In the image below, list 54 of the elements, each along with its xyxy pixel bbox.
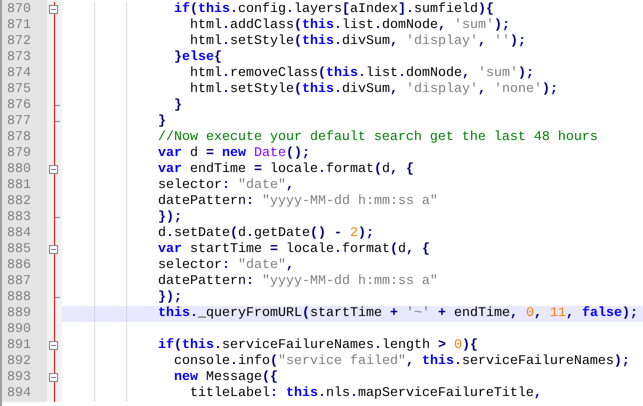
line-number: 870	[7, 2, 31, 18]
code-line: });	[156, 290, 182, 306]
code-line: }	[172, 98, 182, 114]
fold-toggle-icon[interactable]	[49, 341, 58, 350]
code-line: new Message({	[172, 370, 278, 386]
line-number: 892	[7, 354, 31, 370]
line-number: 890	[7, 322, 31, 338]
code-line: html.removeClass(this.list.domNode, 'sum');	[188, 66, 534, 82]
line-number: 881	[7, 178, 31, 194]
line-number: 873	[7, 50, 31, 66]
code-line: });	[156, 210, 182, 226]
line-number: 891	[7, 338, 31, 354]
line-number: 893	[7, 370, 31, 386]
code-line: html.addClass(this.list.domNode, 'sum');	[188, 18, 510, 34]
code-line: html.setStyle(this.divSum, 'display', '');	[188, 34, 526, 50]
code-line: selector: "date",	[156, 258, 294, 274]
code-line: }	[156, 114, 166, 130]
code-line: var d = new Date();	[156, 146, 310, 162]
fold-toggle-icon[interactable]	[49, 5, 58, 14]
code-line: datePattern: "yyyy-MM-dd h:mm:ss a"	[156, 194, 438, 210]
line-number: 886	[7, 258, 31, 274]
code-line: }else{	[172, 50, 222, 66]
line-number: 872	[7, 34, 31, 50]
line-number: 880	[7, 162, 31, 178]
line-number: 874	[7, 66, 31, 82]
line-number: 889	[7, 306, 31, 322]
line-number: 894	[7, 386, 31, 402]
line-number: 884	[7, 226, 31, 242]
code-line: console.info("service failed", this.serviceFailureNames);	[172, 354, 630, 370]
code-line: selector: "date",	[156, 178, 294, 194]
fold-toggle-icon[interactable]	[49, 165, 58, 174]
code-line: datePattern: "yyyy-MM-dd h:mm:ss a"	[156, 274, 438, 290]
line-number: 885	[7, 242, 31, 258]
code-line: var endTime = locale.format(d, {	[156, 162, 414, 178]
line-number: 878	[7, 130, 31, 146]
code-line: titleLabel: this.nls.mapServiceFailureTitle,	[188, 386, 542, 402]
line-number: 883	[7, 210, 31, 226]
line-number: 877	[7, 114, 31, 130]
line-number: 887	[7, 274, 31, 290]
fold-toggle-icon[interactable]	[49, 373, 58, 382]
code-line: var startTime = locale.format(d, {	[156, 242, 430, 258]
line-number: 876	[7, 98, 31, 114]
code-line: if(this.serviceFailureNames.length > 0){	[156, 338, 478, 354]
line-number: 879	[7, 146, 31, 162]
line-number: 871	[7, 18, 31, 34]
line-number: 882	[7, 194, 31, 210]
code-line: if(this.config.layers[aIndex].sumfield){	[172, 2, 494, 18]
code-line: //Now execute your default search get the last 48 hours	[156, 130, 598, 146]
fold-toggle-icon[interactable]	[49, 245, 58, 254]
line-number: 888	[7, 290, 31, 306]
code-line: d.setDate(d.getDate() - 2);	[156, 226, 374, 242]
code-line: html.setStyle(this.divSum, 'display', 'none');	[188, 82, 558, 98]
code-line: this._queryFromURL(startTime + '~' + endTime, 0, 11, false);	[156, 306, 638, 322]
line-number: 875	[7, 82, 31, 98]
